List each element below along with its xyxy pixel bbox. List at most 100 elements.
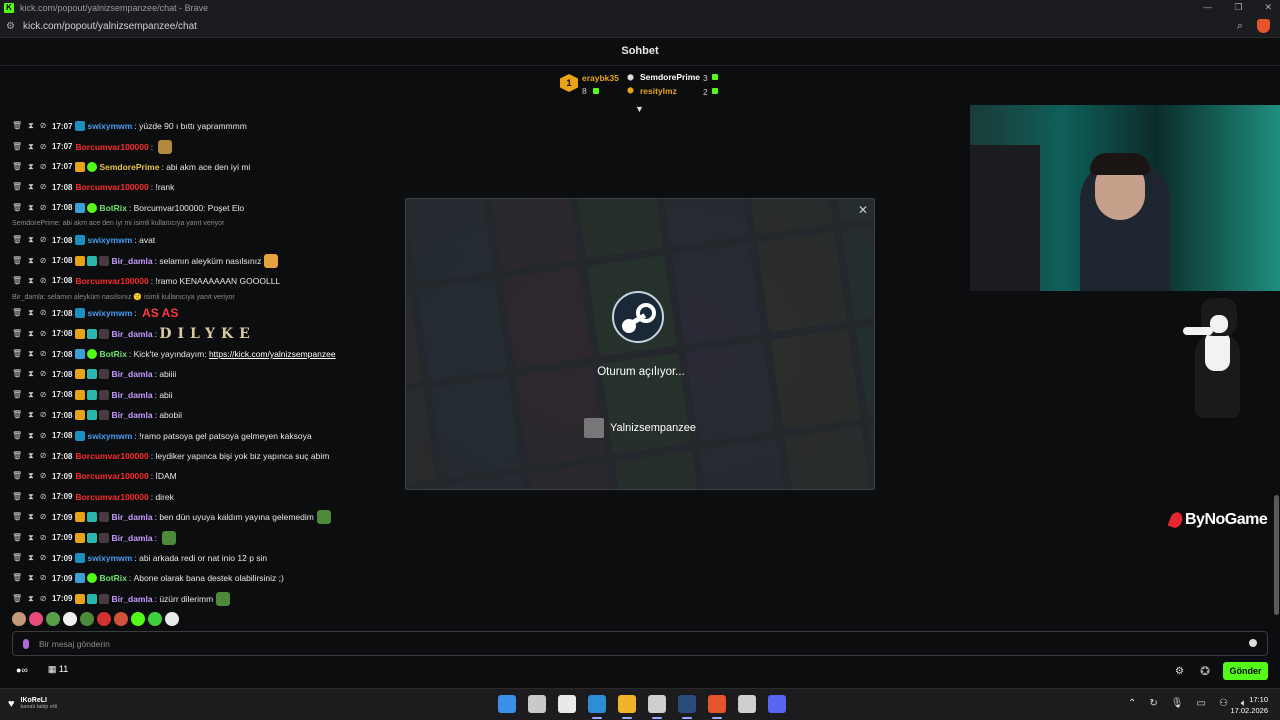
timeout-icon[interactable]: ⧗ <box>28 492 34 502</box>
steam-account[interactable]: Yalnizsempanzee <box>584 418 696 438</box>
message-username[interactable]: Borcumvar100000 <box>75 471 148 481</box>
timeout-icon[interactable]: ⧗ <box>28 451 34 461</box>
site-settings-icon[interactable]: ⚙ <box>6 21 15 32</box>
chat-input[interactable]: Bir mesaj gönderin <box>12 631 1268 656</box>
timeout-icon[interactable]: ⧗ <box>28 329 34 339</box>
delete-icon[interactable]: 🗑︎ <box>12 369 22 379</box>
ban-icon[interactable]: ⊘ <box>40 451 47 461</box>
message-username[interactable]: swixymwm <box>87 553 132 563</box>
zoom-search-icon[interactable]: ⌕ <box>1237 20 1243 33</box>
close-window-button[interactable]: ✕ <box>1264 2 1272 13</box>
taskbar-app-icon[interactable] <box>768 695 786 713</box>
leader-user-3[interactable]: resitylmz <box>640 86 677 96</box>
ban-icon[interactable]: ⊘ <box>40 329 47 339</box>
message-username[interactable]: Bir_damla <box>111 594 152 604</box>
ban-icon[interactable]: ⊘ <box>40 369 47 379</box>
reply-context[interactable]: SemdorePrime: abi akm ace den iyi mi isi… <box>12 218 412 230</box>
quick-emote-icon[interactable] <box>80 612 94 626</box>
message-username[interactable]: Bir_damla <box>111 256 152 266</box>
delete-icon[interactable]: 🗑︎ <box>12 256 22 266</box>
message-username[interactable]: Borcumvar100000 <box>75 451 148 461</box>
timeout-icon[interactable]: ⧗ <box>28 235 34 245</box>
brave-shield-icon[interactable] <box>1257 19 1270 33</box>
timeout-icon[interactable]: ⧗ <box>28 390 34 400</box>
message-username[interactable]: Borcumvar100000 <box>75 492 148 502</box>
timeout-icon[interactable]: ⧗ <box>28 471 34 481</box>
ban-icon[interactable]: ⊘ <box>40 308 47 318</box>
timeout-icon[interactable]: ⧗ <box>28 410 34 420</box>
maximize-button[interactable]: ❐ <box>1234 2 1242 13</box>
address-bar[interactable]: ⚙ kick.com/popout/yalnizsempanzee/chat ⌕ <box>0 16 1280 38</box>
message-username[interactable]: BotRix <box>99 349 126 359</box>
message-username[interactable]: swixymwm <box>87 431 132 441</box>
delete-icon[interactable]: 🗑︎ <box>12 512 22 522</box>
ban-icon[interactable]: ⊘ <box>40 349 47 359</box>
ban-icon[interactable]: ⊘ <box>40 276 47 286</box>
timeout-icon[interactable]: ⧗ <box>28 256 34 266</box>
mic-tray-icon[interactable]: 🎙︎ <box>1171 698 1184 709</box>
message-username[interactable]: swixymwm <box>87 235 132 245</box>
quick-emote-icon[interactable] <box>12 612 26 626</box>
delete-icon[interactable]: 🗑︎ <box>12 492 22 502</box>
taskbar-app-icon[interactable] <box>588 695 606 719</box>
message-username[interactable]: SemdorePrime <box>99 162 159 172</box>
message-username[interactable]: Bir_damla <box>111 329 152 339</box>
delete-icon[interactable]: 🗑︎ <box>12 533 22 543</box>
ban-icon[interactable]: ⊘ <box>40 533 47 543</box>
ban-icon[interactable]: ⊘ <box>40 553 47 563</box>
ban-icon[interactable]: ⊘ <box>40 492 47 502</box>
delete-icon[interactable]: 🗑︎ <box>12 276 22 286</box>
ban-icon[interactable]: ⊘ <box>40 594 47 604</box>
message-username[interactable]: Borcumvar100000 <box>75 182 148 192</box>
timeout-icon[interactable]: ⧗ <box>28 276 34 286</box>
delete-icon[interactable]: 🗑︎ <box>12 142 22 152</box>
ban-icon[interactable]: ⊘ <box>40 410 47 420</box>
quick-emote-icon[interactable] <box>148 612 162 626</box>
timeout-icon[interactable]: ⧗ <box>28 142 34 152</box>
message-username[interactable]: BotRix <box>99 573 126 583</box>
quick-emote-icon[interactable] <box>97 612 111 626</box>
ban-icon[interactable]: ⊘ <box>40 121 47 131</box>
quick-emote-icon[interactable] <box>165 612 179 626</box>
delete-icon[interactable]: 🗑︎ <box>12 349 22 359</box>
message-username[interactable]: Borcumvar100000 <box>75 142 148 152</box>
delete-icon[interactable]: 🗑︎ <box>12 431 22 441</box>
taskbar-app-icon[interactable] <box>708 695 726 719</box>
delete-icon[interactable]: 🗑︎ <box>12 471 22 481</box>
delete-icon[interactable]: 🗑︎ <box>12 182 22 192</box>
chat-settings-icon[interactable]: ⚙ <box>1175 666 1184 677</box>
delete-icon[interactable]: 🗑︎ <box>12 121 22 131</box>
timeout-icon[interactable]: ⧗ <box>28 182 34 192</box>
sync-icon[interactable]: ↻ <box>1149 698 1157 709</box>
ban-icon[interactable]: ⊘ <box>40 235 47 245</box>
message-link[interactable]: https://kick.com/yalnizsempanzee <box>209 349 336 359</box>
timeout-icon[interactable]: ⧗ <box>28 573 34 583</box>
emoji-picker-icon[interactable] <box>1249 639 1257 647</box>
taskbar-app-icon[interactable] <box>528 695 546 713</box>
quick-emote-icon[interactable] <box>46 612 60 626</box>
timeout-icon[interactable]: ⧗ <box>28 349 34 359</box>
timeout-icon[interactable]: ⧗ <box>28 533 34 543</box>
taskbar-app-icon[interactable] <box>738 695 756 713</box>
close-icon[interactable]: ✕ <box>858 203 868 217</box>
leader-user-1[interactable]: eraybk35 <box>582 73 619 83</box>
timeout-icon[interactable]: ⧗ <box>28 594 34 604</box>
delete-icon[interactable]: 🗑︎ <box>12 329 22 339</box>
mod-settings-icon[interactable]: ✪ <box>1200 664 1210 678</box>
message-username[interactable]: swixymwm <box>87 308 132 318</box>
delete-icon[interactable]: 🗑︎ <box>12 553 22 563</box>
expand-pinned-icon[interactable]: ▼ <box>635 104 644 114</box>
delete-icon[interactable]: 🗑︎ <box>12 390 22 400</box>
ban-icon[interactable]: ⊘ <box>40 182 47 192</box>
network-icon[interactable]: ⚇ <box>1219 698 1228 709</box>
ban-icon[interactable]: ⊘ <box>40 431 47 441</box>
quick-emote-icon[interactable] <box>114 612 128 626</box>
delete-icon[interactable]: 🗑︎ <box>12 203 22 213</box>
taskbar-app-icon[interactable] <box>618 695 636 719</box>
timeout-icon[interactable]: ⧗ <box>28 162 34 172</box>
ban-icon[interactable]: ⊘ <box>40 256 47 266</box>
quick-emote-icon[interactable] <box>131 612 145 626</box>
timeout-icon[interactable]: ⧗ <box>28 553 34 563</box>
viewers-info[interactable]: ▦ 11 <box>48 664 68 675</box>
delete-icon[interactable]: 🗑︎ <box>12 235 22 245</box>
